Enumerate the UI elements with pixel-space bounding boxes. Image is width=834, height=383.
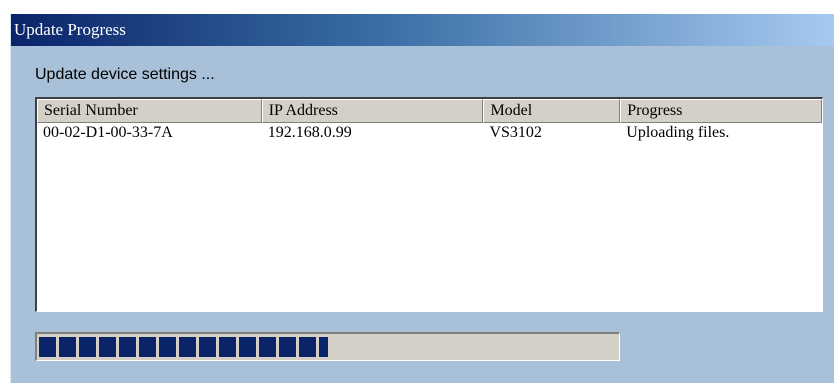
column-header-ip-address[interactable]: IP Address bbox=[261, 99, 484, 123]
ip-address-cell: 192.168.0.99 bbox=[267, 124, 352, 141]
column-header-progress[interactable]: Progress bbox=[620, 99, 822, 123]
serial-number-cell: 00-02-D1-00-33-7A bbox=[43, 124, 173, 141]
update-progress-bar bbox=[35, 332, 620, 361]
model-cell: VS3102 bbox=[489, 124, 542, 141]
table-row[interactable]: 00-02-D1-00-33-7A 192.168.0.99 VS3102 Up… bbox=[37, 123, 822, 143]
progress-cell: Uploading files. bbox=[626, 124, 730, 141]
list-header: Serial Number IP Address Model Progress bbox=[37, 99, 822, 123]
update-progress-window: Update Progress Update device settings .… bbox=[10, 14, 834, 383]
progress-bar-fill bbox=[39, 337, 328, 357]
window-title: Update Progress bbox=[14, 20, 126, 39]
title-bar[interactable]: Update Progress bbox=[11, 14, 834, 46]
column-header-serial-number[interactable]: Serial Number bbox=[37, 99, 262, 123]
device-list[interactable]: Serial Number IP Address Model Progress … bbox=[35, 97, 823, 312]
column-header-model[interactable]: Model bbox=[483, 99, 621, 123]
status-text: Update device settings ... bbox=[35, 66, 215, 83]
